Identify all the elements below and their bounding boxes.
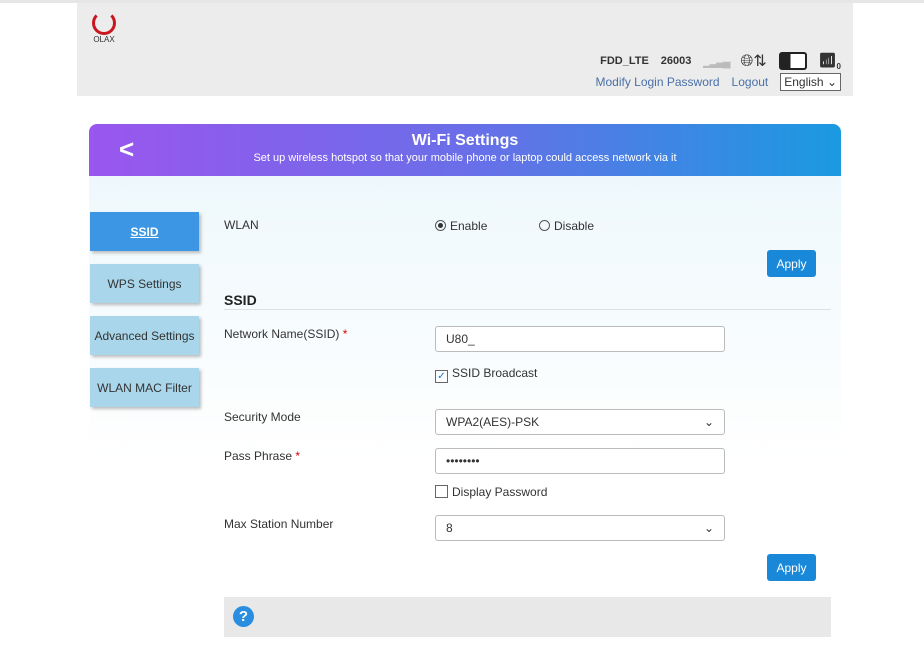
wlan-label: WLAN bbox=[224, 218, 259, 232]
back-chevron-icon[interactable]: < bbox=[119, 134, 134, 165]
help-bar: ? bbox=[224, 597, 831, 637]
logout-link[interactable]: Logout bbox=[732, 75, 769, 89]
divider bbox=[224, 309, 831, 310]
sidebar-item-wps[interactable]: WPS Settings bbox=[90, 264, 199, 303]
security-mode-select[interactable]: WPA2(AES)-PSK ⌄ bbox=[435, 409, 725, 435]
ssid-heading: SSID bbox=[224, 292, 257, 308]
operator-code: 26003 bbox=[660, 55, 692, 67]
network-type: FDD_LTE bbox=[600, 55, 649, 67]
sidebar-item-advanced[interactable]: Advanced Settings bbox=[90, 316, 199, 355]
page-banner: < Wi-Fi Settings Set up wireless hotspot… bbox=[89, 124, 841, 176]
olax-logo: OLAX bbox=[89, 11, 119, 44]
wifi-icon: 📶︎0 bbox=[818, 51, 841, 71]
chevron-down-icon: ⌄ bbox=[703, 415, 714, 429]
header: OLAX FDD_LTE 26003 ▁▂▃▄ 🌐︎⇅ 📶︎0 Modify L… bbox=[77, 3, 853, 96]
internet-globe-icon: 🌐︎⇅ bbox=[740, 53, 767, 70]
wlan-apply-button[interactable]: Apply bbox=[767, 250, 816, 277]
max-station-label: Max Station Number bbox=[224, 517, 334, 531]
ssid-broadcast-checkbox[interactable]: ✓ SSID Broadcast bbox=[435, 366, 537, 383]
status-bar: FDD_LTE 26003 ▁▂▃▄ 🌐︎⇅ 📶︎0 bbox=[600, 51, 841, 71]
battery-icon bbox=[778, 52, 807, 70]
pass-phrase-input[interactable]: •••••••• bbox=[435, 448, 725, 474]
network-name-label: Network Name(SSID) * bbox=[224, 327, 348, 341]
signal-icon: ▁▂▃▄ bbox=[703, 55, 730, 68]
wlan-disable-radio[interactable]: Disable bbox=[539, 219, 594, 233]
network-name-input[interactable]: U80_ bbox=[435, 326, 725, 352]
language-select[interactable]: English ⌄ bbox=[780, 73, 841, 91]
page-subtitle: Set up wireless hotspot so that your mob… bbox=[253, 152, 677, 164]
display-password-checkbox[interactable]: Display Password bbox=[435, 485, 547, 499]
pass-phrase-label: Pass Phrase * bbox=[224, 449, 301, 463]
security-mode-label: Security Mode bbox=[224, 410, 301, 424]
ssid-apply-button[interactable]: Apply bbox=[767, 554, 816, 581]
chevron-down-icon: ⌄ bbox=[703, 521, 714, 535]
max-station-select[interactable]: 8 ⌄ bbox=[435, 515, 725, 541]
page-title: Wi-Fi Settings bbox=[411, 132, 519, 149]
wlan-enable-radio[interactable]: Enable bbox=[435, 219, 487, 233]
help-icon[interactable]: ? bbox=[233, 606, 254, 627]
sidebar-item-ssid[interactable]: SSID bbox=[90, 212, 199, 251]
sidebar-item-mac-filter[interactable]: WLAN MAC Filter bbox=[90, 368, 199, 407]
modify-login-password-link[interactable]: Modify Login Password bbox=[595, 75, 719, 89]
